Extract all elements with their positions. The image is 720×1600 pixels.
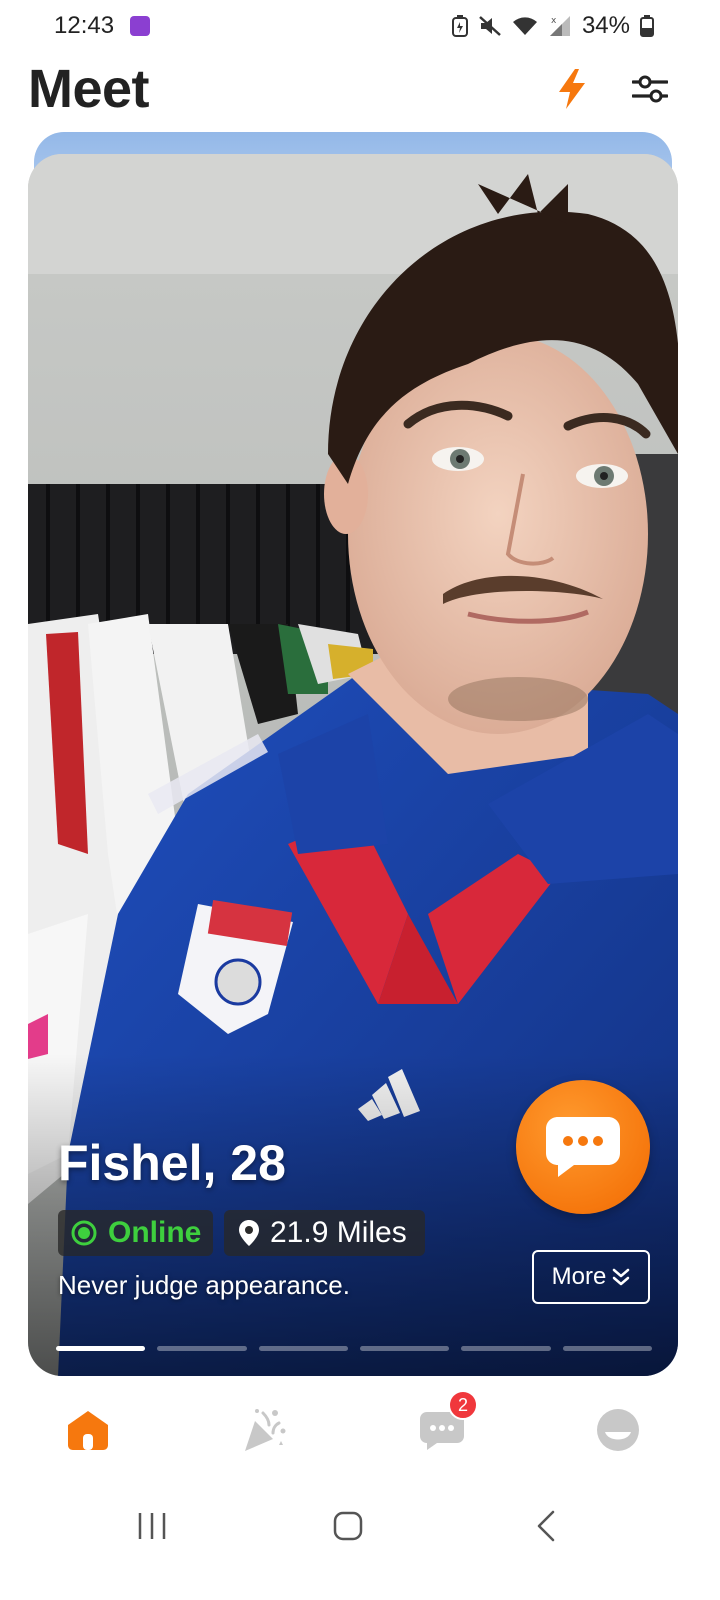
profile-bio: Never judge appearance. (58, 1270, 350, 1300)
photo-indicator-5[interactable] (461, 1346, 551, 1351)
header: Meet (0, 54, 720, 126)
mute-icon (478, 15, 502, 37)
online-status-label: Online (108, 1216, 202, 1249)
page-title: Meet (28, 59, 150, 119)
distance-chip: 21.9 Miles (224, 1210, 425, 1256)
online-status-chip: Online (58, 1210, 214, 1256)
party-popper-icon (245, 1409, 286, 1451)
system-back-button[interactable] (516, 1504, 576, 1548)
online-dot-icon (71, 1220, 97, 1246)
signal-icon: x (548, 15, 572, 37)
avatar-icon (597, 1409, 639, 1451)
wifi-icon (512, 15, 538, 37)
system-home-icon (333, 1511, 363, 1541)
more-label: More (551, 1263, 607, 1290)
system-home-button[interactable] (318, 1504, 378, 1548)
recents-icon (138, 1513, 166, 1539)
photo-indicator-6[interactable] (562, 1346, 652, 1351)
status-icons: x 34% (451, 12, 654, 40)
battery-icon (640, 15, 654, 37)
screen: 12:43 x 34% Meet Fishel, 28 Online 21.9 … (0, 0, 720, 1600)
location-pin-icon (239, 1220, 259, 1246)
chat-button[interactable] (516, 1080, 650, 1214)
chat-bubble-icon (546, 1117, 620, 1177)
status-time: 12:43 (54, 12, 115, 39)
app-notification-icon (130, 16, 150, 36)
photo-indicator-1[interactable] (56, 1346, 146, 1351)
sliders-icon (632, 75, 668, 103)
nav-profile[interactable] (588, 1404, 648, 1456)
system-nav-bar (0, 1490, 720, 1560)
more-button[interactable]: More (532, 1250, 650, 1304)
bottom-nav: 2 (0, 1384, 720, 1474)
status-bar: 12:43 x 34% (0, 0, 720, 54)
photo-indicator-2[interactable] (157, 1346, 247, 1351)
photo-indicators (56, 1346, 652, 1352)
nav-home[interactable] (58, 1404, 118, 1456)
messages-badge: 2 (448, 1390, 478, 1420)
photo-indicator-3[interactable] (258, 1346, 348, 1351)
profile-card[interactable]: Fishel, 28 Online 21.9 Miles Never judge… (28, 154, 678, 1376)
svg-text:x: x (551, 16, 557, 26)
home-icon (68, 1411, 108, 1450)
profile-name-age: Fishel, 28 (58, 1135, 286, 1191)
photo-indicator-4[interactable] (359, 1346, 450, 1351)
back-icon (537, 1510, 555, 1542)
double-chevron-down-icon (613, 1268, 630, 1286)
distance-label: 21.9 Miles (270, 1216, 407, 1249)
filter-button[interactable] (626, 66, 674, 112)
recents-button[interactable] (122, 1504, 182, 1548)
lightning-icon (559, 69, 585, 109)
battery-percent: 34% (581, 12, 630, 39)
battery-saver-icon (451, 15, 468, 37)
nav-messages[interactable]: 2 (412, 1390, 478, 1456)
boost-button[interactable] (548, 64, 596, 114)
nav-party[interactable] (234, 1404, 294, 1456)
